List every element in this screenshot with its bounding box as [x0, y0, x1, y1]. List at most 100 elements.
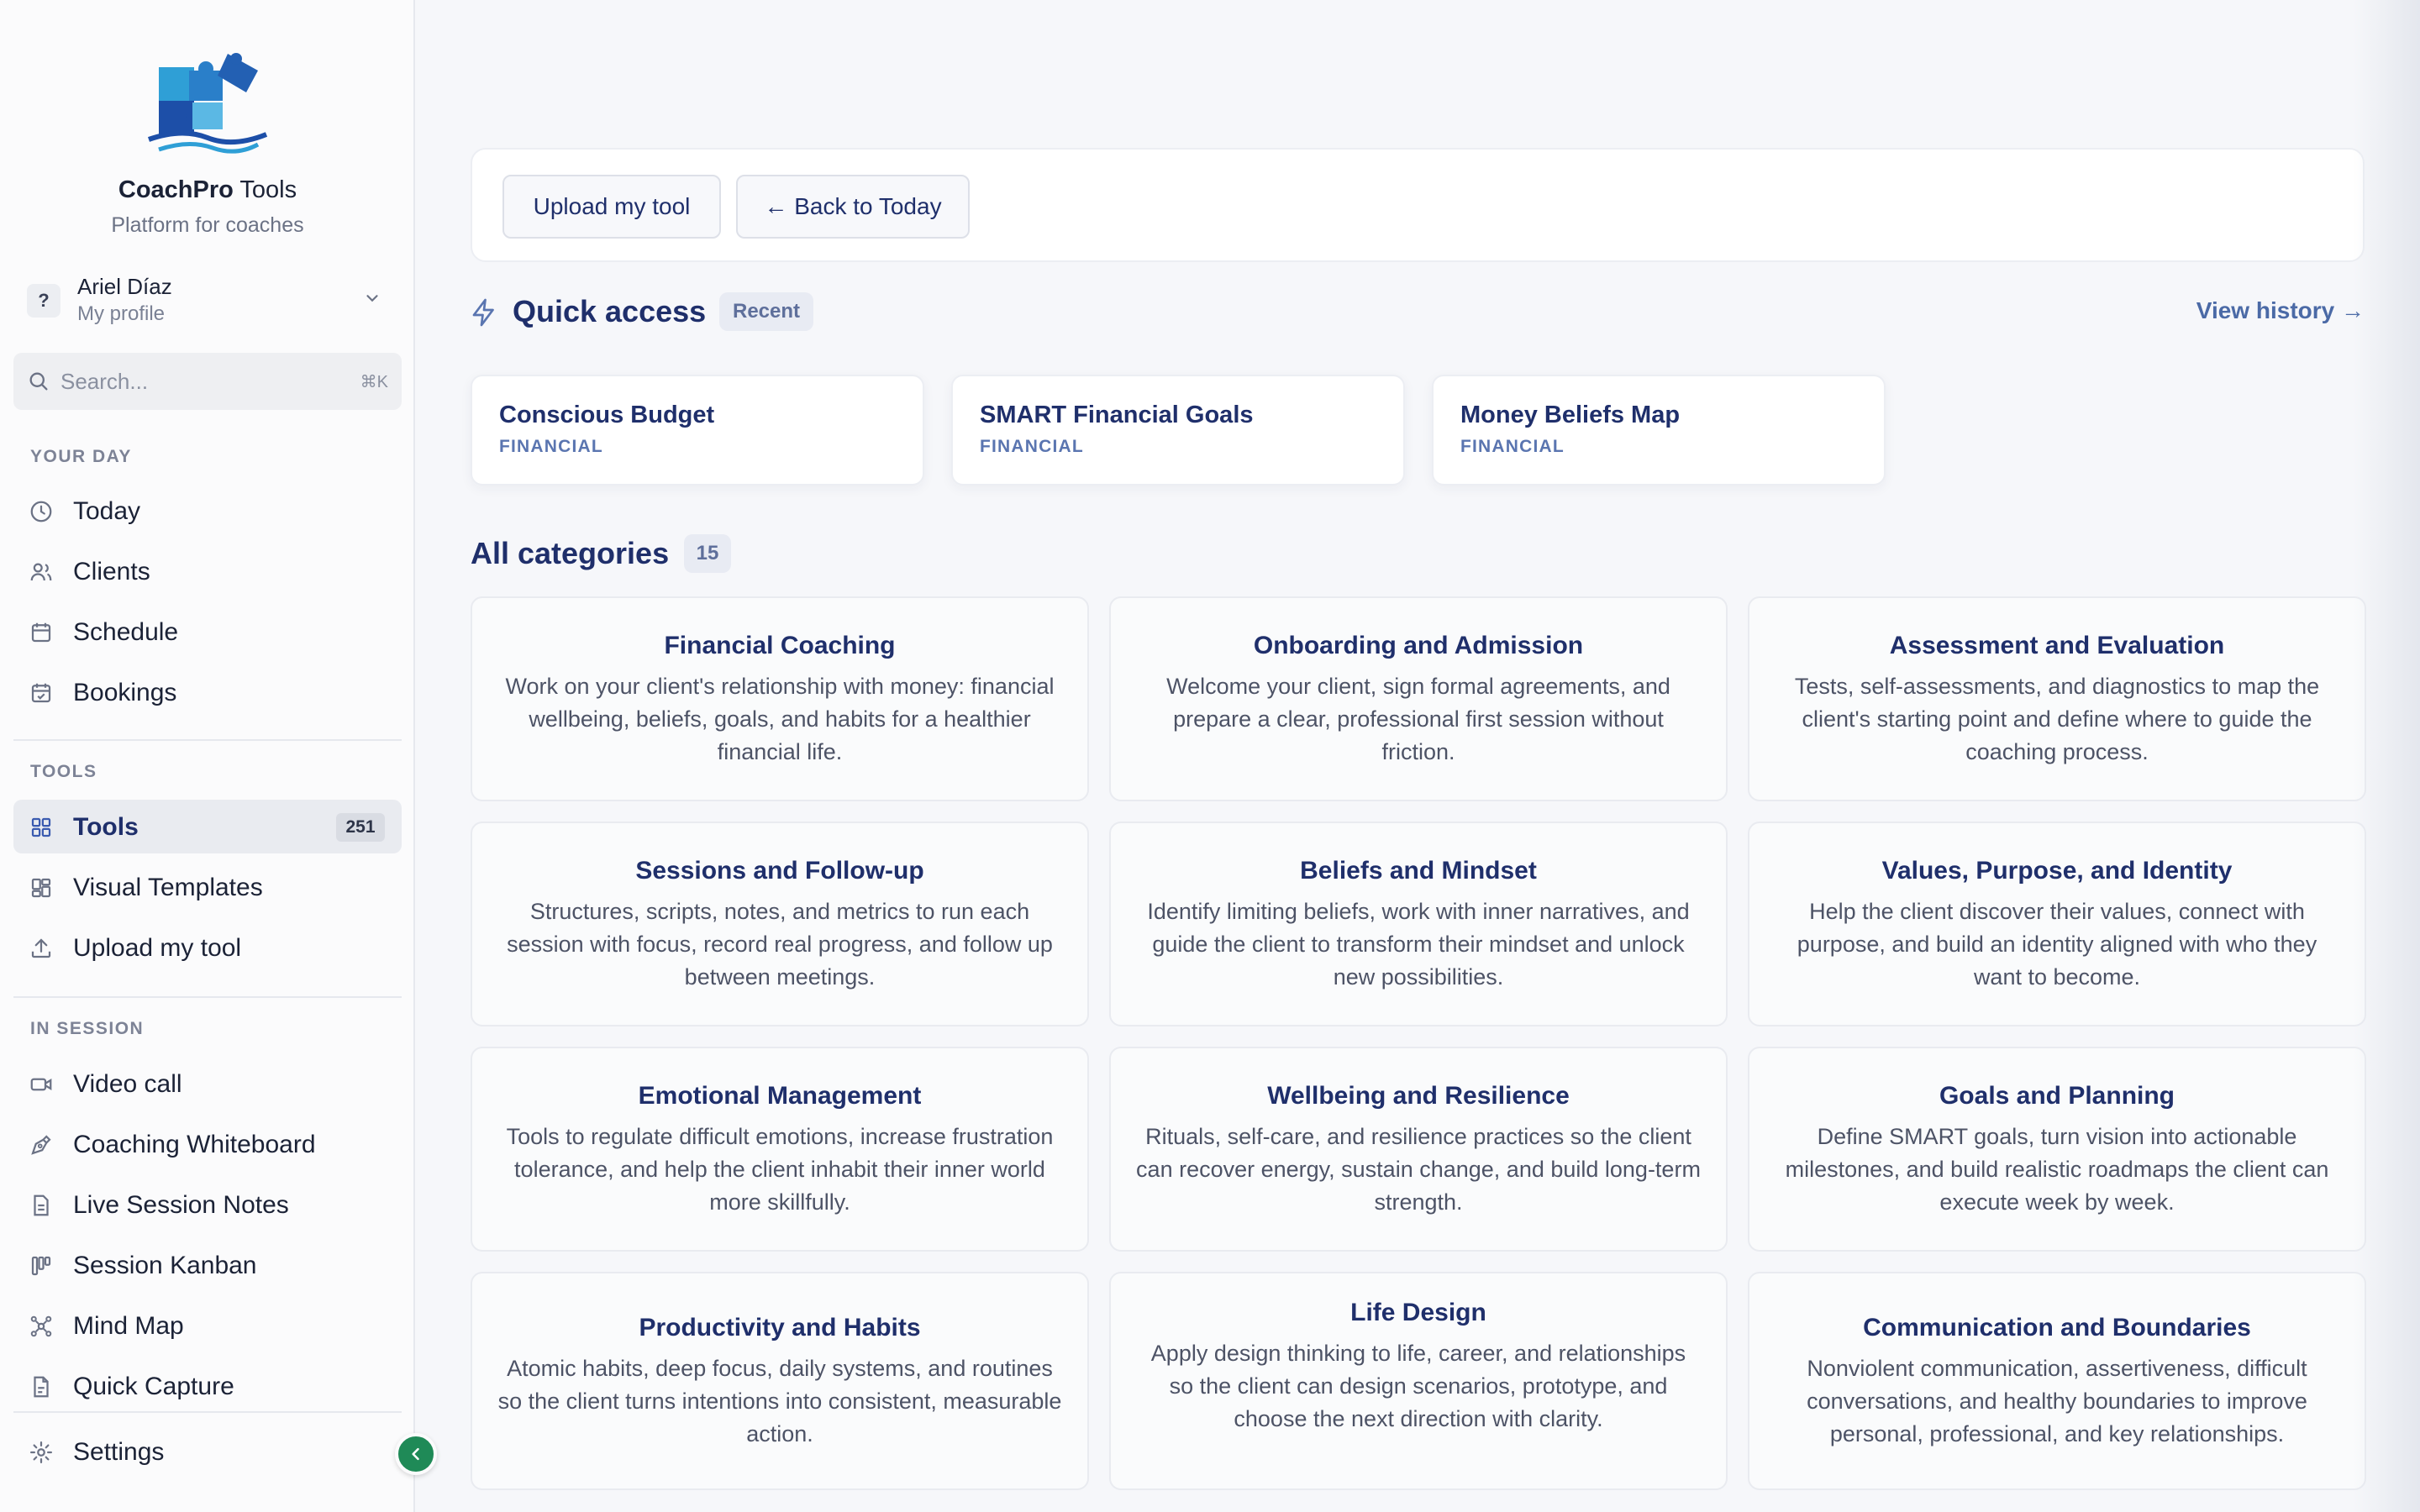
app-logo: [0, 47, 415, 161]
upload-my-tool-button[interactable]: Upload my tool: [502, 175, 721, 239]
sidebar-item-label: Live Session Notes: [73, 1191, 289, 1219]
quick-access-card[interactable]: SMART Financial Goals FINANCIAL: [951, 375, 1405, 486]
sidebar-item-session-kanban[interactable]: Session Kanban: [13, 1238, 402, 1292]
category-description: Tests, self-assessments, and diagnostics…: [1794, 674, 2320, 764]
category-description: Define SMART goals, turn vision into act…: [1785, 1124, 2329, 1215]
tool-name: Money Beliefs Map: [1460, 402, 1681, 428]
category-card[interactable]: Beliefs and Mindset Identify limiting be…: [1109, 822, 1728, 1026]
sidebar-item-settings[interactable]: Settings: [13, 1425, 402, 1478]
sidebar-item-label: Coaching Whiteboard: [73, 1131, 316, 1158]
clock-icon: [30, 501, 52, 522]
sidebar-item-mind-map[interactable]: Mind Map: [13, 1299, 402, 1352]
category-card[interactable]: Onboarding and Admission Welcome your cl…: [1109, 596, 1728, 801]
profile-subtitle: My profile: [77, 302, 166, 325]
calendar-icon: [31, 622, 51, 643]
category-title: Financial Coaching: [664, 632, 896, 659]
brand-subtitle: Platform for coaches: [111, 213, 304, 237]
sidebar-item-video-call[interactable]: Video call: [13, 1057, 402, 1110]
category-title: Wellbeing and Resilience: [1267, 1082, 1570, 1110]
sidebar-item-visual-templates[interactable]: Visual Templates: [13, 860, 402, 914]
category-description: Work on your client's relationship with …: [505, 674, 1055, 764]
tool-name: SMART Financial Goals: [980, 402, 1254, 428]
grid-icon: [31, 817, 51, 837]
category-card[interactable]: Life Design Apply design thinking to lif…: [1109, 1272, 1728, 1490]
category-description: Help the client discover their values, c…: [1797, 899, 2317, 990]
section-label-in-session: IN SESSION: [30, 1019, 145, 1038]
recent-badge: Recent: [719, 292, 814, 331]
quick-access-card[interactable]: Conscious Budget FINANCIAL: [471, 375, 924, 486]
category-description: Apply design thinking to life, career, a…: [1150, 1341, 1686, 1431]
sidebar-item-label: Clients: [73, 558, 150, 585]
sidebar-item-schedule[interactable]: Schedule: [13, 605, 402, 659]
sidebar-item-today[interactable]: Today: [13, 484, 402, 538]
quick-access-title: Quick access: [513, 294, 707, 328]
sidebar-item-label: Bookings: [73, 679, 177, 706]
category-description: Identify limiting beliefs, work with inn…: [1147, 899, 1690, 990]
category-card[interactable]: Assessment and Evaluation Tests, self-as…: [1748, 596, 2366, 801]
category-card[interactable]: Wellbeing and Resilience Rituals, self-c…: [1109, 1047, 1728, 1252]
gear-icon: [30, 1441, 52, 1463]
kanban-icon: [31, 1256, 51, 1276]
category-description: Rituals, self-care, and resilience pract…: [1136, 1124, 1701, 1215]
tools-count-badge: 251: [336, 813, 385, 842]
sidebar-item-label: Video call: [73, 1070, 182, 1098]
sidebar-item-label: Quick Capture: [73, 1373, 234, 1400]
view-history-link[interactable]: View history →: [2196, 297, 2365, 324]
sidebar-item-clients[interactable]: Clients: [13, 544, 402, 598]
search-icon: [29, 372, 48, 391]
calendar-check-icon: [31, 683, 51, 703]
category-title: Beliefs and Mindset: [1300, 857, 1537, 885]
sidebar-item-label: Visual Templates: [73, 874, 263, 901]
sidebar: CoachPro Tools Platform for coaches ? Ar…: [0, 0, 415, 1512]
category-title: Onboarding and Admission: [1253, 632, 1584, 659]
category-card[interactable]: Financial Coaching Work on your client's…: [471, 596, 1089, 801]
category-description: Tools to regulate difficult emotions, in…: [506, 1124, 1054, 1215]
category-title: Productivity and Habits: [639, 1314, 921, 1341]
section-label-tools: TOOLS: [30, 762, 97, 781]
sidebar-item-coaching-whiteboard[interactable]: Coaching Whiteboard: [13, 1117, 402, 1171]
sidebar-item-quick-capture[interactable]: Quick Capture: [13, 1359, 402, 1413]
category-card[interactable]: Values, Purpose, and Identity Help the c…: [1748, 822, 2366, 1026]
category-description: Atomic habits, deep focus, daily systems…: [497, 1356, 1062, 1446]
category-description: Nonviolent communication, assertiveness,…: [1807, 1356, 2307, 1446]
category-card[interactable]: Goals and Planning Define SMART goals, t…: [1748, 1047, 2366, 1252]
category-card[interactable]: Productivity and Habits Atomic habits, d…: [471, 1272, 1089, 1490]
category-title: Values, Purpose, and Identity: [1881, 857, 2233, 885]
sidebar-item-label: Settings: [73, 1438, 165, 1466]
network-icon: [30, 1315, 52, 1337]
sidebar-item-upload-my-tool[interactable]: Upload my tool: [13, 921, 402, 974]
sidebar-item-tools[interactable]: Tools 251: [13, 800, 402, 853]
tool-category: FINANCIAL: [980, 437, 1084, 456]
toolbar: Upload my tool ← Back to Today: [471, 148, 2365, 262]
tool-category: FINANCIAL: [1460, 437, 1565, 456]
avatar: ?: [27, 284, 60, 318]
quick-access-card[interactable]: Money Beliefs Map FINANCIAL: [1432, 375, 1886, 486]
sidebar-item-bookings[interactable]: Bookings: [13, 665, 402, 719]
file-text-icon: [34, 1194, 49, 1216]
category-card[interactable]: Emotional Management Tools to regulate d…: [471, 1047, 1089, 1252]
sidebar-item-live-session-notes[interactable]: Live Session Notes: [13, 1178, 402, 1231]
collapse-sidebar-button[interactable]: [395, 1433, 437, 1475]
search-shortcut: ⌘K: [360, 373, 388, 391]
sidebar-item-label: Tools: [73, 813, 139, 841]
category-card[interactable]: Sessions and Follow-up Structures, scrip…: [471, 822, 1089, 1026]
search-bar[interactable]: ⌘K: [13, 353, 402, 410]
tool-name: Conscious Budget: [499, 402, 715, 428]
search-input[interactable]: [60, 363, 329, 400]
sidebar-divider: [13, 739, 402, 741]
sidebar-divider: [13, 1411, 402, 1413]
category-card[interactable]: Communication and Boundaries Nonviolent …: [1748, 1272, 2366, 1490]
category-title: Communication and Boundaries: [1863, 1314, 2251, 1341]
pen-tool-icon: [31, 1135, 51, 1155]
profile-switcher[interactable]: ? Ariel Díaz My profile: [25, 270, 395, 331]
layout-icon: [31, 878, 51, 898]
category-title: Goals and Planning: [1939, 1082, 2175, 1110]
category-title: Life Design: [1350, 1299, 1486, 1326]
category-title: Sessions and Follow-up: [635, 857, 924, 885]
sidebar-item-label: Schedule: [73, 618, 179, 646]
category-description: Welcome your client, sign formal agreeme…: [1166, 674, 1670, 764]
back-to-today-button[interactable]: ← Back to Today: [736, 175, 970, 239]
sidebar-item-label: Upload my tool: [73, 934, 242, 962]
categories-count-badge: 15: [684, 534, 731, 573]
sidebar-item-label: Mind Map: [73, 1312, 184, 1340]
